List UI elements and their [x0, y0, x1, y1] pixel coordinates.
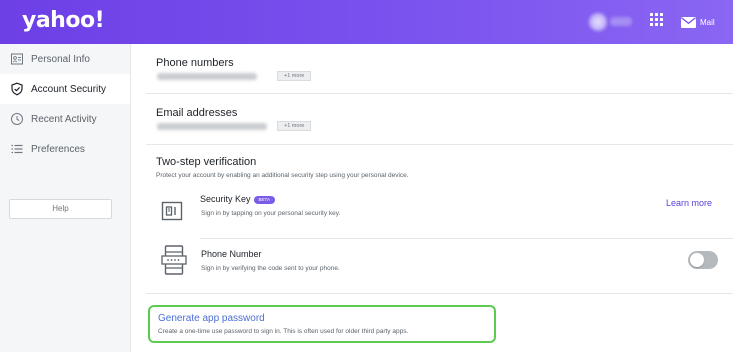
phone-code-icon: [161, 245, 187, 275]
phone-more-chip[interactable]: +1 more: [277, 71, 312, 81]
avatar[interactable]: [589, 13, 607, 31]
phone-numbers-title: Phone numbers: [156, 57, 234, 69]
clock-icon: [11, 113, 23, 125]
security-key-icon: [161, 201, 183, 221]
two-step-description: Protect your account by enabling an addi…: [156, 172, 409, 179]
security-key-title: Security Key BETA: [200, 194, 275, 204]
yahoo-logo[interactable]: yahoo!: [22, 8, 105, 33]
divider: [146, 144, 733, 145]
mail-icon: [681, 16, 696, 28]
sidebar-item-account-security[interactable]: Account Security: [0, 74, 130, 104]
sidebar-item-label: Account Security: [31, 83, 107, 95]
mail-label: Mail: [700, 17, 715, 27]
sidebar-item-label: Preferences: [31, 143, 85, 155]
security-key-title-text: Security Key: [200, 194, 251, 204]
generate-app-password-link[interactable]: Generate app password: [158, 313, 265, 324]
security-key-icon-box: [158, 196, 186, 226]
learn-more-link[interactable]: Learn more: [666, 198, 712, 208]
divider: [200, 238, 733, 239]
email-address-blurred: [157, 123, 267, 130]
email-addresses-title: Email addresses: [156, 107, 238, 119]
phone-number-toggle[interactable]: [688, 251, 718, 269]
app-password-highlight: Generate app password Create a one-time …: [148, 305, 496, 343]
list-icon: [11, 144, 23, 154]
apps-grid-icon[interactable]: [650, 13, 664, 27]
shield-check-icon: [11, 82, 23, 96]
phone-number-title: Phone Number: [201, 249, 262, 259]
top-header: yahoo! Mail: [0, 0, 733, 44]
mail-button[interactable]: Mail: [681, 14, 715, 30]
sidebar-item-label: Recent Activity: [31, 113, 97, 125]
security-key-description: Sign in by tapping on your personal secu…: [201, 210, 341, 217]
phone-number-description: Sign in by verifying the code sent to yo…: [201, 265, 340, 272]
sidebar-item-label: Personal Info: [31, 53, 90, 65]
sidebar-item-preferences[interactable]: Preferences: [0, 134, 130, 164]
username-blurred[interactable]: [610, 17, 632, 26]
sidebar-item-personal-info[interactable]: Personal Info: [0, 44, 130, 74]
sidebar-item-recent-activity[interactable]: Recent Activity: [0, 104, 130, 134]
phone-number-blurred: [157, 73, 257, 80]
two-step-title: Two-step verification: [156, 156, 257, 168]
help-button[interactable]: Help: [9, 199, 112, 219]
sidebar: Personal Info Account Security Recent Ac…: [0, 44, 131, 352]
beta-badge: BETA: [253, 196, 275, 204]
email-more-chip[interactable]: +1 more: [277, 121, 312, 131]
divider: [146, 293, 733, 294]
divider: [146, 93, 733, 94]
phone-code-icon-box: [160, 245, 188, 275]
id-card-icon: [11, 53, 23, 65]
toggle-knob: [690, 253, 704, 267]
app-password-description: Create a one-time use password to sign i…: [158, 328, 409, 335]
